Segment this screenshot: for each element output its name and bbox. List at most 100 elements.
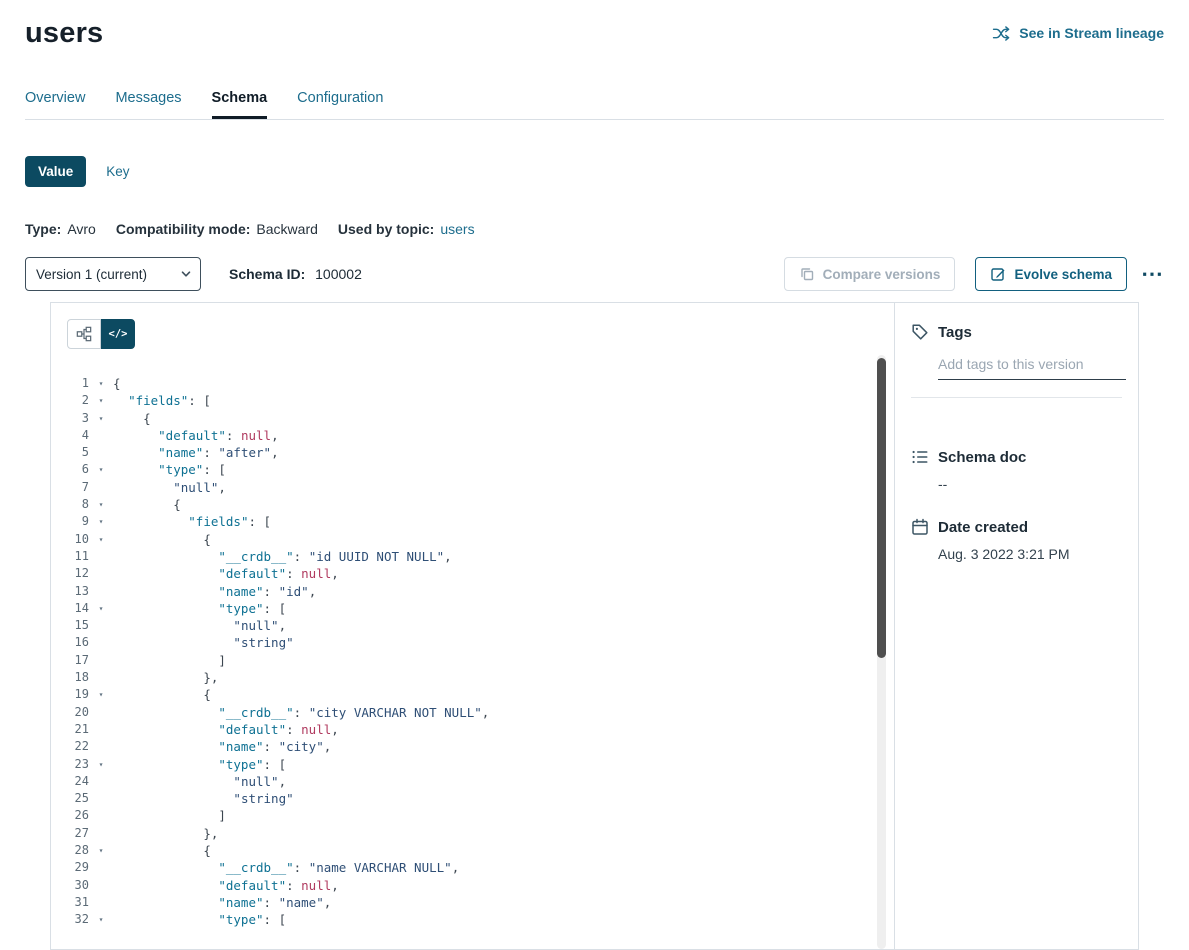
code-view-icon: </> [109,328,128,340]
caret-spacer [89,634,113,651]
code-scrollbar-thumb[interactable] [877,358,886,658]
collapse-caret-icon[interactable]: ▾ [89,513,113,530]
stream-lineage-link[interactable]: See in Stream lineage [992,25,1164,41]
page-title: users [25,16,103,50]
code-line: 1▾{ [51,375,894,392]
caret-spacer [89,859,113,876]
code-line: 18 }, [51,669,894,686]
line-number: 29 [51,859,89,876]
compare-versions-button[interactable]: Compare versions [784,257,956,291]
collapse-caret-icon[interactable]: ▾ [89,842,113,859]
line-text: "name": "id", [113,583,316,600]
line-text: "__crdb__": "city VARCHAR NOT NULL", [113,704,489,721]
line-text: "default": null, [113,565,339,582]
line-number: 5 [51,444,89,461]
caret-spacer [89,652,113,669]
line-text: "fields": [ [113,513,271,530]
tags-header: Tags [911,323,1122,341]
collapse-caret-icon[interactable]: ▾ [89,756,113,773]
date-created-value: Aug. 3 2022 3:21 PM [938,546,1122,562]
code-line: 20 "__crdb__": "city VARCHAR NOT NULL", [51,704,894,721]
code-line: 14▾ "type": [ [51,600,894,617]
code-lines: 1▾{2▾ "fields": [3▾ {4 "default": null,5… [51,375,894,929]
line-text: "null", [113,773,286,790]
line-text: { [113,842,211,859]
schema-doc-section: Schema doc -- [911,448,1122,492]
line-number: 7 [51,479,89,496]
collapse-caret-icon[interactable]: ▾ [89,496,113,513]
side-divider [911,397,1122,398]
code-line: 2▾ "fields": [ [51,392,894,409]
schema-section: Value Key Type: Avro Compatibility mode:… [0,156,1189,950]
line-text: "name": "city", [113,738,331,755]
line-number: 19 [51,686,89,703]
schema-side-pane: Tags Schema doc -- [894,303,1138,949]
type-label: Type: [25,221,61,237]
code-line: 21 "default": null, [51,721,894,738]
code-line: 10▾ { [51,531,894,548]
line-text: "default": null, [113,877,339,894]
caret-spacer [89,721,113,738]
line-number: 21 [51,721,89,738]
date-created-section: Date created Aug. 3 2022 3:21 PM [911,518,1122,562]
line-number: 25 [51,790,89,807]
code-line: 32▾ "type": [ [51,911,894,928]
caret-spacer [89,704,113,721]
evolve-schema-button[interactable]: Evolve schema [975,257,1127,291]
line-text: { [113,531,211,548]
collapse-caret-icon[interactable]: ▾ [89,911,113,928]
caret-spacer [89,669,113,686]
tab-configuration[interactable]: Configuration [297,90,383,119]
caret-spacer [89,894,113,911]
collapse-caret-icon[interactable]: ▾ [89,410,113,427]
type-value: Avro [67,221,96,237]
collapse-caret-icon[interactable]: ▾ [89,392,113,409]
add-tags-input[interactable] [938,353,1126,380]
version-select-wrap: Version 1 (current) [25,257,201,291]
code-line: 24 "null", [51,773,894,790]
line-number: 26 [51,807,89,824]
line-number: 30 [51,877,89,894]
code-line: 22 "name": "city", [51,738,894,755]
caret-spacer [89,807,113,824]
schema-id: Schema ID: 100002 [229,266,362,282]
code-view-button[interactable]: </> [101,319,135,349]
tab-bar: Overview Messages Schema Configuration [25,90,1164,120]
key-toggle-button[interactable]: Key [106,164,129,179]
collapse-caret-icon[interactable]: ▾ [89,600,113,617]
line-text: "string" [113,634,294,651]
line-number: 20 [51,704,89,721]
tab-schema[interactable]: Schema [212,90,268,119]
view-toggle: </> [67,319,135,349]
code-line: 3▾ { [51,410,894,427]
version-select[interactable]: Version 1 (current) [25,257,201,291]
list-icon [911,448,929,466]
caret-spacer [89,738,113,755]
value-toggle-button[interactable]: Value [25,156,86,187]
line-number: 22 [51,738,89,755]
page-header: users See in Stream lineage [0,0,1189,50]
compatibility-label: Compatibility mode: [116,221,251,237]
collapse-caret-icon[interactable]: ▾ [89,686,113,703]
collapse-caret-icon[interactable]: ▾ [89,531,113,548]
caret-spacer [89,427,113,444]
tab-overview[interactable]: Overview [25,90,85,119]
code-line: 12 "default": null, [51,565,894,582]
code-scrollbar-track[interactable] [877,355,886,949]
code-line: 25 "string" [51,790,894,807]
compare-versions-label: Compare versions [823,267,941,282]
tag-icon [911,323,929,341]
collapse-caret-icon[interactable]: ▾ [89,461,113,478]
code-line: 23▾ "type": [ [51,756,894,773]
schema-doc-header: Schema doc [911,448,1122,466]
collapse-caret-icon[interactable]: ▾ [89,375,113,392]
line-number: 31 [51,894,89,911]
topic-link[interactable]: users [440,221,474,237]
calendar-icon [911,518,929,536]
copy-icon [799,266,815,282]
tree-view-button[interactable] [67,319,101,349]
code-line: 19▾ { [51,686,894,703]
more-options-button[interactable]: ⋯ [1141,263,1164,285]
line-number: 12 [51,565,89,582]
tab-messages[interactable]: Messages [115,90,181,119]
